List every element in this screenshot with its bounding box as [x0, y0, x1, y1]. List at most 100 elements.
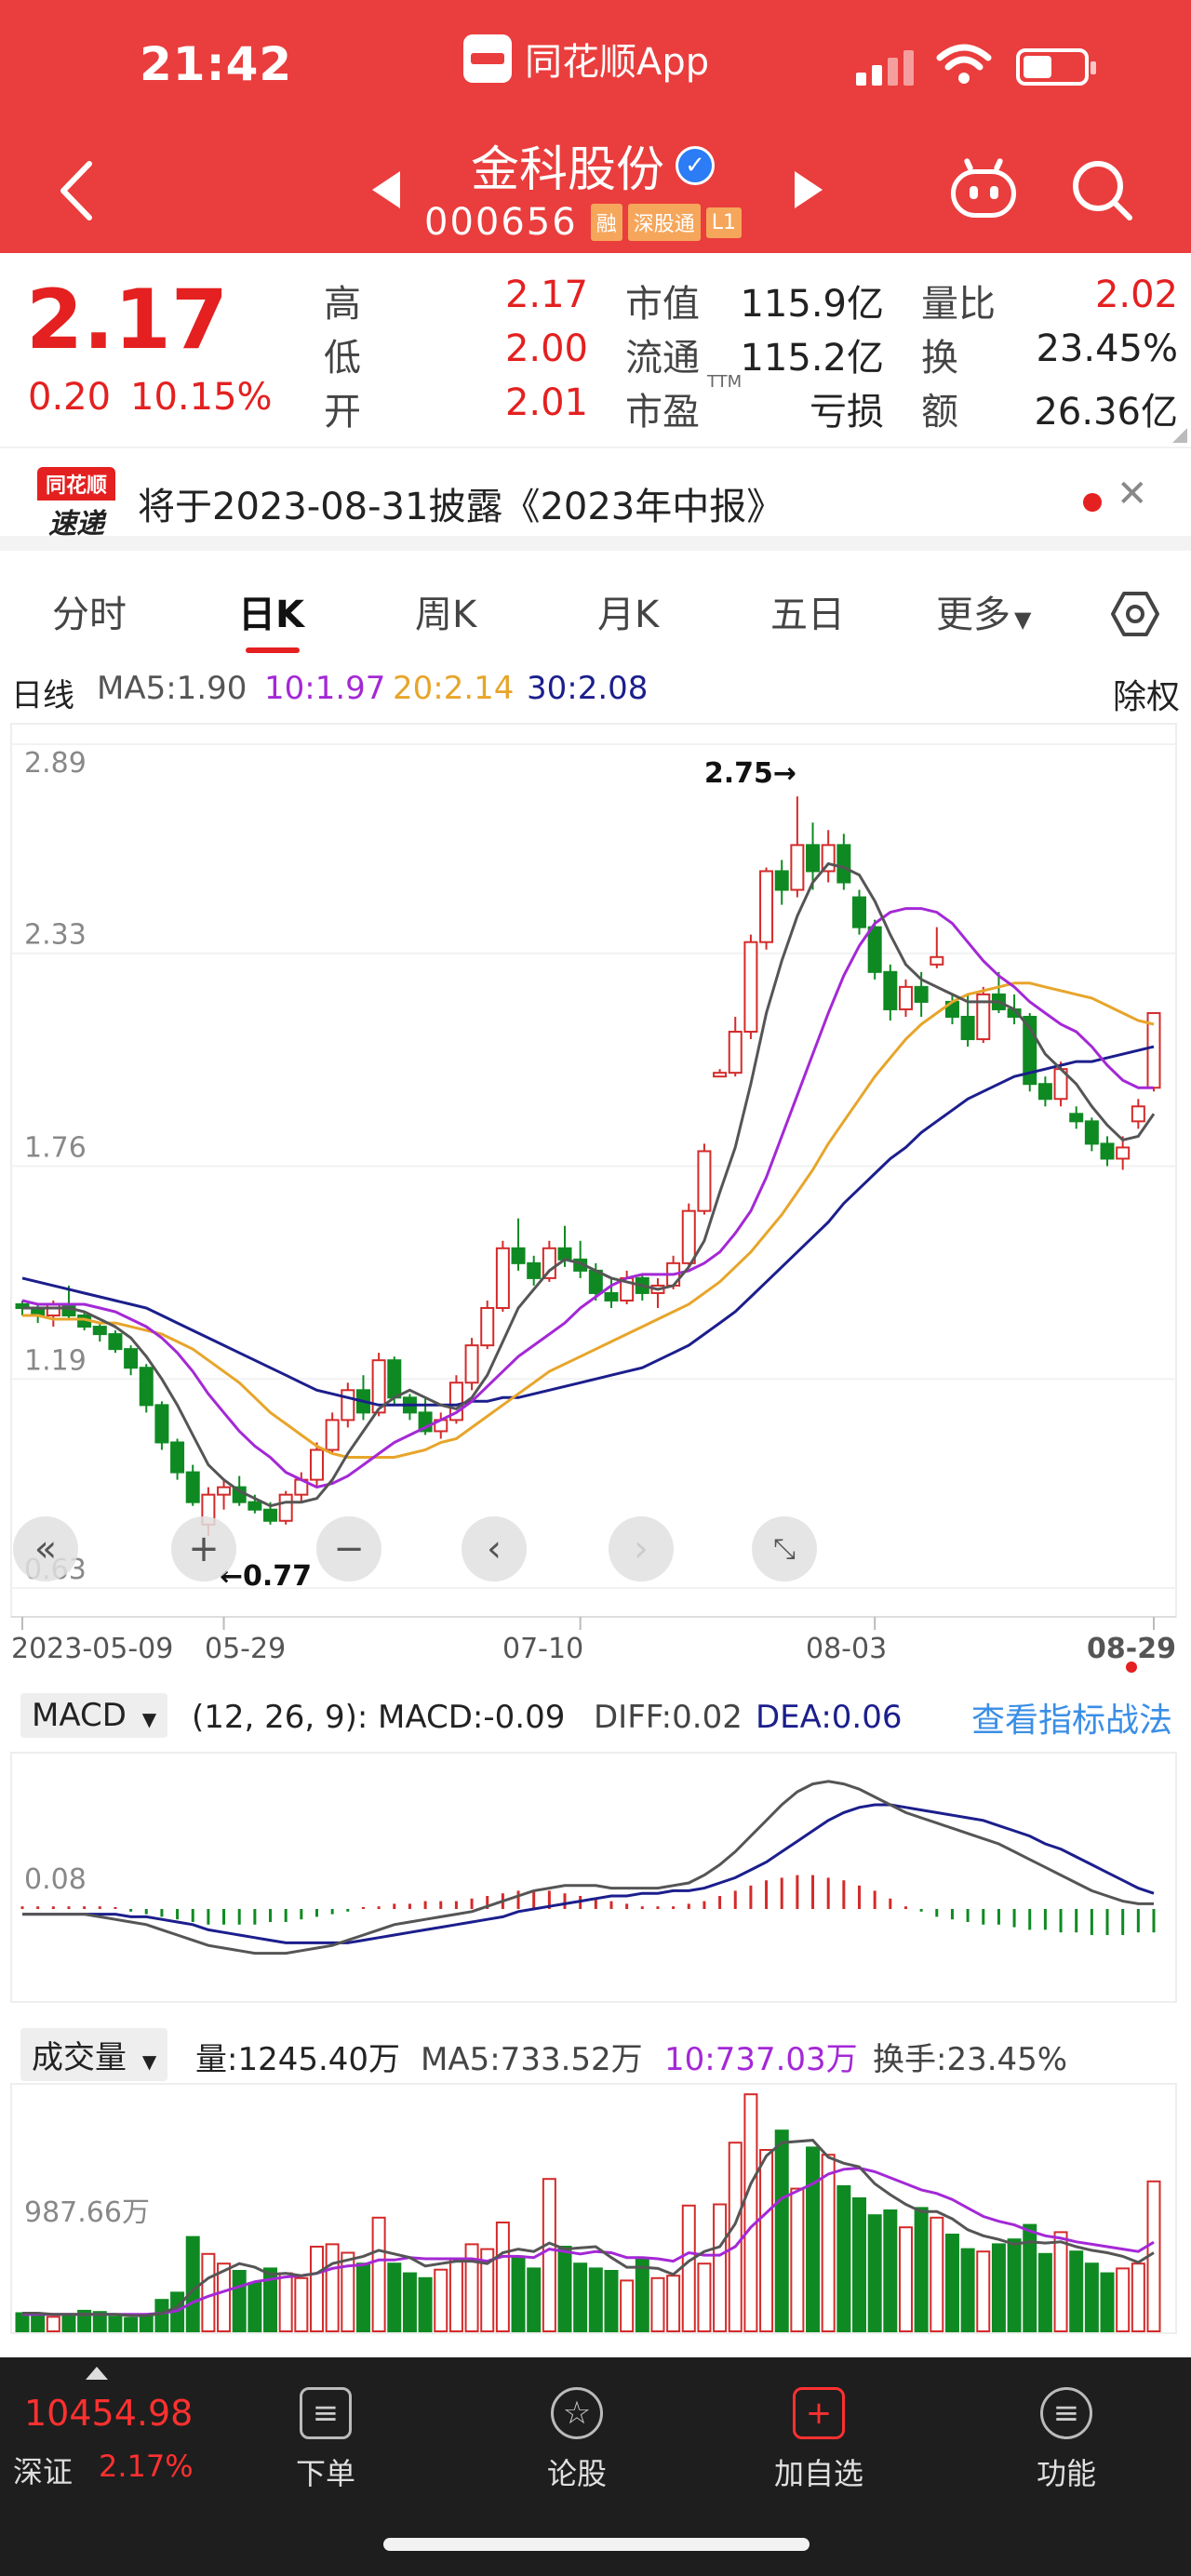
- volume-bar: [201, 2252, 216, 2332]
- nav-forum-label: 论股: [546, 2456, 607, 2491]
- tab-active-underline: [246, 647, 300, 653]
- volume-bar: [867, 2214, 882, 2332]
- volume-bar: [527, 2267, 542, 2332]
- macd-header: MACD ▼ (12, 26, 9): MACD:-0.09 DIFF:0.02…: [0, 1691, 1191, 1747]
- candle-body: [263, 1508, 278, 1522]
- stock-code: 000656: [424, 201, 578, 244]
- macd-chart-panel[interactable]: 0.08: [0, 1749, 1191, 2006]
- volume-bar: [898, 2226, 913, 2332]
- volume-bar: [434, 2268, 448, 2332]
- volume-bar: [976, 2250, 991, 2332]
- candle-body: [464, 1344, 479, 1384]
- x-tick-label: 07-10: [502, 1633, 583, 1665]
- x-tick-label: 05-29: [205, 1633, 286, 1665]
- macd-value: MACD:-0.09: [378, 1699, 566, 1736]
- search-icon[interactable]: [1070, 158, 1135, 223]
- candle-body: [124, 1348, 139, 1369]
- nav-forum-button[interactable]: ☆ 论股: [502, 2387, 651, 2493]
- expand-corner-icon[interactable]: [1172, 428, 1187, 443]
- macd-selector[interactable]: MACD ▼: [20, 1693, 168, 1738]
- volume-bar: [728, 2142, 743, 2332]
- zoom-in-icon[interactable]: +: [171, 1516, 236, 1582]
- caret-down-icon: ▼: [1014, 607, 1032, 633]
- x-tick-label: 2023-05-09: [11, 1633, 173, 1665]
- notice-bar[interactable]: 同花顺 速递 将于2023-08-31披露《2023年中报》 ✕: [0, 447, 1191, 551]
- candle-body: [1116, 1146, 1131, 1160]
- index-change: 2.17%: [99, 2449, 194, 2484]
- candle-body: [960, 1015, 975, 1041]
- quote-panel: 2.17 0.20 10.15% 高 2.17 市值 115.9亿 量比 2.02 低 2.0…: [0, 253, 1191, 447]
- back-icon[interactable]: [56, 158, 97, 223]
- volume-bar: [139, 2315, 154, 2333]
- volume-bar: [108, 2316, 123, 2332]
- scroll-right-icon[interactable]: ›: [609, 1516, 674, 1582]
- candle-body: [511, 1247, 526, 1264]
- volume-bar: [542, 2178, 556, 2332]
- stock-code-row: 000656 融 深股通 L1: [424, 201, 742, 244]
- tab-monthly-k[interactable]: 月K: [597, 584, 659, 638]
- scroll-left-icon[interactable]: ‹: [462, 1516, 527, 1582]
- candle-body: [387, 1359, 402, 1399]
- macd-chart[interactable]: 0.08: [0, 1749, 1191, 2006]
- fullscreen-icon[interactable]: ⤡: [752, 1516, 817, 1582]
- volume-chart-panel[interactable]: 987.66万: [0, 2080, 1191, 2337]
- candle-body: [728, 1031, 743, 1074]
- quote-value: 亏损: [810, 391, 884, 434]
- tab-five-day[interactable]: 五日: [770, 584, 845, 638]
- zoom-out-icon[interactable]: −: [316, 1516, 381, 1582]
- candle-body: [852, 896, 867, 928]
- dea-value: DEA:0.06: [756, 1699, 903, 1736]
- volume-bar: [61, 2315, 76, 2333]
- quote-label: 低: [324, 337, 361, 380]
- settings-hexagon-icon[interactable]: [1109, 588, 1161, 640]
- tab-more[interactable]: 更多 ▼: [936, 584, 1031, 638]
- ex-right-toggle[interactable]: 除权: [1113, 670, 1180, 718]
- prev-stock-icon[interactable]: [370, 169, 404, 210]
- notice-close-icon[interactable]: ✕: [1117, 473, 1148, 515]
- volume-bar: [232, 2270, 247, 2332]
- x-tick-label: 08-29: [1087, 1633, 1176, 1665]
- quote-label: 开: [324, 391, 361, 434]
- index-value[interactable]: 10454.98: [24, 2393, 193, 2434]
- next-stock-icon[interactable]: [791, 169, 824, 210]
- tab-more-label: 更多: [936, 594, 1010, 636]
- tab-daily-k[interactable]: 日K: [238, 584, 304, 638]
- volume-bar: [46, 2316, 60, 2332]
- menu-circle-icon: ≡: [1040, 2387, 1092, 2439]
- nav-add-watchlist-button[interactable]: + 加自选: [744, 2387, 893, 2493]
- low-price-marker: ←0.77: [220, 1560, 312, 1593]
- nav-functions-button[interactable]: ≡ 功能: [992, 2387, 1141, 2493]
- app-name: 同花顺App: [525, 41, 710, 84]
- volume-chart[interactable]: 987.66万: [0, 2080, 1191, 2337]
- volume-selector-label: 成交量: [32, 2039, 127, 2076]
- collapse-chart-icon[interactable]: «: [13, 1516, 78, 1582]
- tab-weekly-k[interactable]: 周K: [415, 584, 476, 638]
- candle-body: [46, 1302, 60, 1317]
- quote-value: 26.36亿: [1034, 391, 1178, 434]
- macd-tick-label: 0.08: [24, 1863, 87, 1896]
- volume-bar: [821, 2154, 836, 2332]
- candle-body: [278, 1493, 293, 1522]
- robot-assistant-icon[interactable]: [949, 157, 1018, 220]
- volume-bar: [185, 2236, 200, 2333]
- volume-bar: [309, 2246, 324, 2332]
- quote-value: 2.02: [1094, 274, 1178, 316]
- signal-icon: [856, 48, 916, 86]
- volume-selector[interactable]: 成交量 ▼: [20, 2028, 168, 2081]
- volume-bar: [743, 2093, 758, 2333]
- volume-bar: [635, 2258, 649, 2332]
- high-price-marker: 2.75→: [704, 757, 796, 790]
- nav-order-button[interactable]: ≡ 下单: [251, 2387, 400, 2493]
- volume-bar: [402, 2272, 417, 2333]
- quote-label: 高: [324, 283, 361, 326]
- candle-body: [867, 926, 882, 973]
- last-price: 2.17: [26, 272, 229, 367]
- volume-bar: [713, 2203, 728, 2332]
- kline-chart-panel[interactable]: 2.892.331.761.190.632.75→←0.772023-05-09…: [0, 716, 1191, 1684]
- y-tick-label: 2.33: [24, 919, 87, 952]
- document-icon: ≡: [300, 2387, 352, 2439]
- indicator-strategy-link[interactable]: 查看指标战法: [971, 1693, 1172, 1742]
- candle-body: [557, 1247, 572, 1261]
- ma10-value: 10:1.97: [264, 670, 386, 707]
- tab-timeshare[interactable]: 分时: [52, 584, 127, 638]
